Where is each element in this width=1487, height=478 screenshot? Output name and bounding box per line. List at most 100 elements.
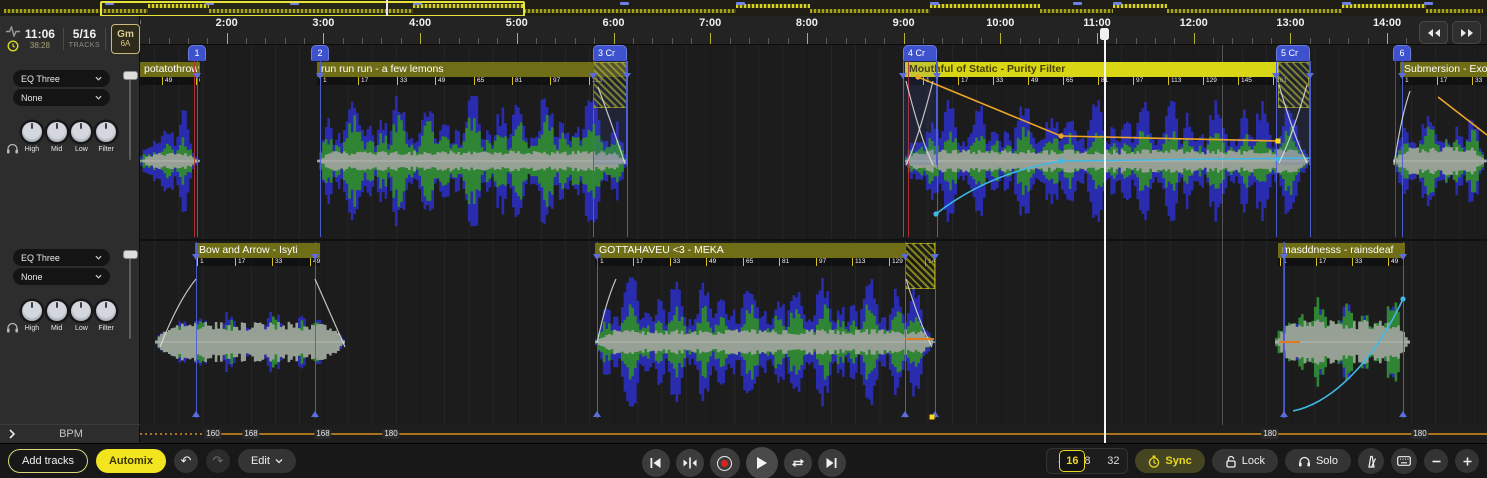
- bpm-automation-lane[interactable]: 160 168 168 180 180 180: [140, 425, 1487, 443]
- sync-button[interactable]: Sync: [1135, 449, 1204, 473]
- cue-marker-1[interactable]: 1: [188, 45, 206, 61]
- redo-button[interactable]: ↷: [206, 449, 230, 473]
- waveform[interactable]: [595, 267, 935, 417]
- cue-handle[interactable]: [931, 411, 939, 417]
- clip-title[interactable]: Bow and Arrow - Isyti: [195, 243, 320, 258]
- keyboard-shortcuts-button[interactable]: [1391, 448, 1417, 474]
- high-knob[interactable]: [22, 122, 42, 142]
- mid-knob[interactable]: [47, 122, 67, 142]
- transition-region[interactable]: [1276, 61, 1310, 165]
- cue-handle[interactable]: [1280, 254, 1288, 260]
- cue-handle[interactable]: [589, 73, 597, 79]
- minimap-viewport[interactable]: [100, 1, 525, 17]
- cue-handle[interactable]: [192, 254, 200, 260]
- quantize-option-16[interactable]: 16: [1059, 450, 1085, 472]
- mid-knob[interactable]: [47, 301, 67, 321]
- low-knob[interactable]: [71, 301, 91, 321]
- cue-handle[interactable]: [901, 254, 909, 260]
- eq-select[interactable]: EQ Three: [13, 249, 110, 266]
- transition-region[interactable]: [593, 61, 627, 165]
- clip-title[interactable]: Submersion - Exod: [1400, 62, 1487, 77]
- cue-handle[interactable]: [1280, 411, 1288, 417]
- undo-button[interactable]: ↶: [174, 449, 198, 473]
- volume-slider-handle[interactable]: [123, 71, 138, 80]
- fx-select[interactable]: None: [13, 89, 110, 106]
- scroll-left-button[interactable]: [1419, 21, 1448, 44]
- cue-handle[interactable]: [933, 73, 941, 79]
- metronome-button[interactable]: [1358, 448, 1384, 474]
- clip-title[interactable]: potatothrow: [140, 62, 200, 77]
- bpm-value[interactable]: 180: [1411, 429, 1428, 439]
- playhead-handle[interactable]: [1100, 28, 1109, 40]
- cue-handle[interactable]: [1272, 73, 1280, 79]
- cue-handle[interactable]: [192, 411, 200, 417]
- automix-button[interactable]: Automix: [96, 449, 166, 473]
- low-knob[interactable]: [71, 122, 91, 142]
- timeline[interactable]: potatothrow4965run run run - a few lemon…: [140, 45, 1487, 425]
- waveform[interactable]: [140, 87, 200, 235]
- loop-button[interactable]: [784, 449, 812, 477]
- filter-knob[interactable]: [96, 122, 116, 142]
- transition-region[interactable]: [903, 61, 937, 165]
- skip-to-start-button[interactable]: [642, 449, 670, 477]
- bpm-value[interactable]: 160: [204, 429, 221, 439]
- ruler-minor-tick: [362, 38, 363, 44]
- time-ruler[interactable]: 1:002:003:004:005:006:007:008:009:0010:0…: [140, 16, 1487, 45]
- cue-marker-3-cr[interactable]: 3 Cr: [593, 45, 627, 61]
- add-tracks-button[interactable]: Add tracks: [8, 449, 88, 473]
- bpm-value[interactable]: 180: [1261, 429, 1278, 439]
- cue-handle[interactable]: [193, 73, 201, 79]
- minimap-overview[interactable]: [0, 0, 1487, 17]
- clip-title[interactable]: Mouthful of Static - Purity Filter: [905, 62, 1278, 77]
- cue-handle[interactable]: [593, 254, 601, 260]
- play-button[interactable]: [746, 447, 778, 478]
- cue-handle[interactable]: [593, 411, 601, 417]
- fx-select[interactable]: None: [13, 268, 110, 285]
- filter-knob[interactable]: [96, 301, 116, 321]
- solo-button[interactable]: Solo: [1285, 449, 1351, 473]
- record-button[interactable]: [710, 448, 740, 478]
- cue-handle[interactable]: [1399, 411, 1407, 417]
- cue-handle[interactable]: [901, 411, 909, 417]
- cue-handle[interactable]: [931, 254, 939, 260]
- lock-button[interactable]: Lock: [1212, 449, 1278, 473]
- edit-menu-button[interactable]: Edit: [238, 449, 296, 473]
- bpm-value[interactable]: 168: [242, 429, 259, 439]
- cue-marker-6[interactable]: 6: [1393, 45, 1411, 61]
- clip-title[interactable]: masddnesss - rainsdeaf: [1278, 243, 1405, 258]
- high-knob[interactable]: [22, 301, 42, 321]
- cue-marker-4-cr[interactable]: 4 Cr: [903, 45, 937, 61]
- cue-handle[interactable]: [1398, 73, 1406, 79]
- bpm-value[interactable]: 180: [382, 429, 399, 439]
- zoom-in-button[interactable]: [1455, 449, 1479, 473]
- cue-handle[interactable]: [311, 254, 319, 260]
- cue-handle[interactable]: [311, 411, 319, 417]
- headphone-cue-button[interactable]: [4, 319, 20, 335]
- cue-handle[interactable]: [899, 73, 907, 79]
- scroll-right-button[interactable]: [1452, 21, 1481, 44]
- clip-title[interactable]: run run run - a few lemons: [317, 62, 628, 77]
- cue-marker-2[interactable]: 2: [311, 45, 329, 61]
- zoom-out-button[interactable]: [1424, 449, 1448, 473]
- skip-to-end-button[interactable]: [818, 449, 846, 477]
- jump-to-playhead-button[interactable]: [676, 449, 704, 477]
- waveform[interactable]: [155, 267, 345, 417]
- expand-bpm-lane-button[interactable]: [8, 429, 16, 439]
- waveform[interactable]: [1275, 267, 1410, 417]
- headphone-cue-button[interactable]: [4, 140, 20, 156]
- waveform[interactable]: [317, 87, 627, 235]
- bpm-value[interactable]: 168: [314, 429, 331, 439]
- cue-handle[interactable]: [316, 73, 324, 79]
- volume-slider[interactable]: [128, 72, 132, 160]
- cue-handle[interactable]: [623, 73, 631, 79]
- cue-handle[interactable]: [1399, 254, 1407, 260]
- volume-slider-handle[interactable]: [123, 250, 138, 259]
- waveform[interactable]: [1393, 87, 1487, 235]
- cue-handle[interactable]: [1306, 73, 1314, 79]
- volume-slider[interactable]: [128, 251, 132, 339]
- waveform[interactable]: [905, 87, 1310, 235]
- cue-marker-5-cr[interactable]: 5 Cr: [1276, 45, 1310, 61]
- clip-title[interactable]: GOTTAHAVEU <3 - MEKA: [595, 243, 905, 258]
- quantize-option-32[interactable]: 32: [1100, 450, 1126, 472]
- eq-select[interactable]: EQ Three: [13, 70, 110, 87]
